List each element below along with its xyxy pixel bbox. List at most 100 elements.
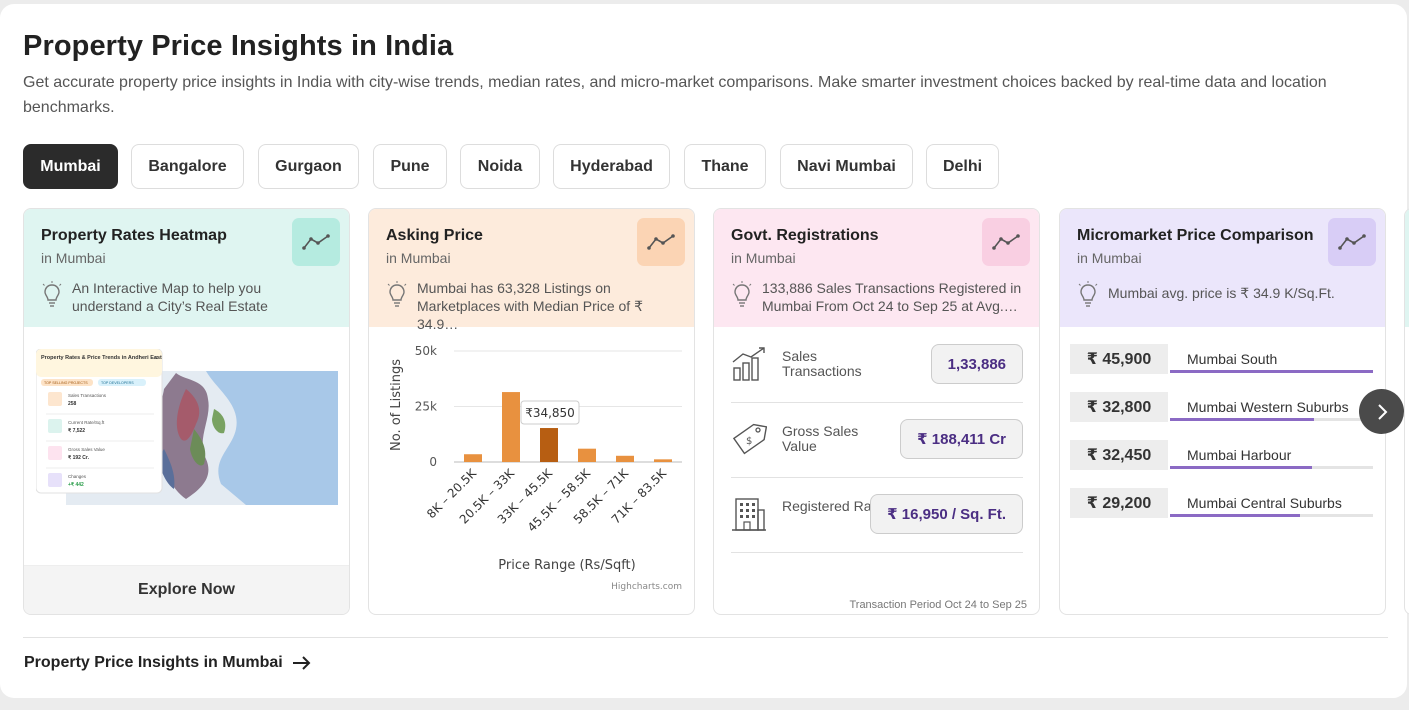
page-title: Property Price Insights in India xyxy=(23,30,454,62)
thumb-item-value: +₹ 442 xyxy=(68,482,84,488)
bar[interactable] xyxy=(540,428,558,462)
y-axis-title: No. of Listings xyxy=(389,359,404,451)
thumb-chip-2: TOP DEVELOPERS xyxy=(101,381,134,385)
asking-card-subtitle: in Mumbai xyxy=(386,250,451,266)
registered-rate-value: ₹ 16,950 / Sq. Ft. xyxy=(870,494,1023,534)
tab-hyderabad[interactable]: Hyderabad xyxy=(553,144,670,189)
lightbulb-icon xyxy=(1078,281,1098,307)
bar[interactable] xyxy=(464,454,482,462)
explore-now-button[interactable]: Explore Now xyxy=(24,565,349,614)
micromarket-name: Mumbai South xyxy=(1187,351,1278,367)
micromarket-price: ₹ 45,900 xyxy=(1070,344,1168,374)
gross-sales-value: ₹ 188,411 Cr xyxy=(900,419,1023,459)
bar-growth-icon xyxy=(732,347,765,381)
lightbulb-icon xyxy=(387,281,407,307)
asking-note: Mumbai has 63,328 Listings on Marketplac… xyxy=(417,280,643,332)
micromarket-row[interactable]: ₹ 45,900 Mumbai South xyxy=(1070,344,1373,376)
micromarket-card-header: Micromarket Price Comparison in Mumbai M… xyxy=(1060,209,1385,327)
reg-row-gross-sales-value: $ Gross Sales Value ₹ 188,411 Cr xyxy=(731,402,1023,478)
x-axis-title: Price Range (Rs/Sqft) xyxy=(498,558,635,573)
heatmap-card-title: Property Rates Heatmap xyxy=(41,227,227,244)
thumb-item-label: Changes xyxy=(68,474,87,479)
chart-credit[interactable]: Highcharts.com xyxy=(611,582,682,592)
y-tick-label: 25k xyxy=(415,400,437,414)
building-icon xyxy=(732,498,766,531)
thumb-item-label: Current Rate/Sq.ft xyxy=(68,420,105,425)
micromarket-name: Mumbai Central Suburbs xyxy=(1187,495,1342,511)
micromarket-card-subtitle: in Mumbai xyxy=(1077,250,1142,266)
tab-noida[interactable]: Noida xyxy=(460,144,540,189)
trend-line-icon[interactable] xyxy=(982,218,1030,266)
lightbulb-icon xyxy=(732,281,752,307)
trend-line-icon[interactable] xyxy=(637,218,685,266)
micromarket-card: Micromarket Price Comparison in Mumbai M… xyxy=(1059,208,1386,615)
bar[interactable] xyxy=(502,392,520,462)
heatmap-card: Property Rates Heatmap in Mumbai An Inte… xyxy=(23,208,350,615)
heatmap-preview-image[interactable]: Property Rates & Price Trends in Andheri… xyxy=(36,349,338,507)
arrow-right-icon xyxy=(292,656,311,670)
svg-text:$: $ xyxy=(746,436,752,447)
thumb-item-value: ₹ 7,522 xyxy=(68,428,85,434)
govt-note: 133,886 Sales Transactions Registered in… xyxy=(762,280,1022,314)
tab-mumbai[interactable]: Mumbai xyxy=(23,144,118,189)
y-tick-label: 50k xyxy=(415,344,437,358)
thumb-item-label: Gross Sales Value xyxy=(68,447,105,452)
y-tick-label: 0 xyxy=(429,455,437,469)
sales-transactions-value: 1,33,886 xyxy=(930,344,1023,384)
heatmap-card-header: Property Rates Heatmap in Mumbai An Inte… xyxy=(24,209,349,327)
asking-card-header: Asking Price in Mumbai Mumbai has 63,328… xyxy=(369,209,694,332)
listings-bar-chart[interactable]: 025k50k 8K – 20.5K20.5K – 33K33K – 45.5K… xyxy=(369,327,694,614)
micromarket-note: Mumbai avg. price is ₹ 34.9 K/Sq.Ft. xyxy=(1108,285,1335,301)
micromarket-level-bar xyxy=(1170,370,1373,373)
micromarket-price: ₹ 32,800 xyxy=(1070,392,1168,422)
thumb-chip-1: TOP SELLING PROJECTS xyxy=(44,381,88,385)
micromarket-row[interactable]: ₹ 32,450 Mumbai Harbour xyxy=(1070,440,1373,472)
micromarket-level-bar xyxy=(1170,418,1315,421)
micromarket-level-bar xyxy=(1170,514,1300,517)
tab-navi-mumbai[interactable]: Navi Mumbai xyxy=(780,144,913,189)
asking-price-card: Asking Price in Mumbai Mumbai has 63,328… xyxy=(368,208,695,615)
thumb-item-label: Sales Transactions xyxy=(68,393,107,398)
micromarket-price: ₹ 32,450 xyxy=(1070,440,1168,470)
heatmap-card-subtitle: in Mumbai xyxy=(41,250,106,266)
svg-text:×: × xyxy=(154,355,158,362)
bar[interactable] xyxy=(578,448,596,462)
thumb-item-value: 258 xyxy=(68,401,77,407)
heatmap-note: An Interactive Map to help you understan… xyxy=(72,280,268,314)
micromarket-level-bar xyxy=(1170,466,1313,469)
tab-pune[interactable]: Pune xyxy=(373,144,447,189)
bar[interactable] xyxy=(654,459,672,462)
tab-thane[interactable]: Thane xyxy=(684,144,766,189)
micromarket-name: Mumbai Harbour xyxy=(1187,447,1292,463)
transaction-period: Transaction Period Oct 24 to Sep 25 xyxy=(849,599,1027,611)
reg-row-registered-rate: Registered Rate ₹ 16,950 / Sq. Ft. xyxy=(731,477,1023,553)
micromarket-card-title: Micromarket Price Comparison xyxy=(1077,227,1314,244)
trend-line-icon[interactable] xyxy=(292,218,340,266)
micromarket-row[interactable]: ₹ 32,800 Mumbai Western Suburbs xyxy=(1070,392,1373,424)
micromarket-name: Mumbai Western Suburbs xyxy=(1187,399,1349,415)
lightbulb-icon xyxy=(42,281,62,307)
tooltip-value: ₹34,850 xyxy=(525,406,575,420)
tab-gurgaon[interactable]: Gurgaon xyxy=(258,144,359,189)
govt-card-header: Govt. Registrations in Mumbai 133,886 Sa… xyxy=(714,209,1039,327)
carousel-next-button[interactable] xyxy=(1359,389,1404,434)
reg-row-sales-transactions: Sales Transactions 1,33,886 xyxy=(731,327,1023,403)
reg-label: Gross Sales Value xyxy=(782,423,859,454)
micromarket-row[interactable]: ₹ 29,200 Mumbai Central Suburbs xyxy=(1070,488,1373,520)
divider xyxy=(23,637,1388,638)
next-card-peek xyxy=(1404,208,1409,615)
tab-bangalore[interactable]: Bangalore xyxy=(131,144,244,189)
page-subtitle: Get accurate property price insights in … xyxy=(23,74,1327,116)
footer-link-label: Property Price Insights in Mumbai xyxy=(24,654,283,671)
tab-delhi[interactable]: Delhi xyxy=(926,144,999,189)
bar[interactable] xyxy=(616,455,634,462)
govt-card-title: Govt. Registrations xyxy=(731,227,879,244)
thumb-heading: Property Rates & Price Trends in Andheri… xyxy=(41,355,162,361)
govt-card-subtitle: in Mumbai xyxy=(731,250,796,266)
govt-registrations-card: Govt. Registrations in Mumbai 133,886 Sa… xyxy=(713,208,1040,615)
price-tag-icon: $ xyxy=(732,423,767,455)
reg-label: Sales Transactions xyxy=(782,348,862,379)
micromarket-price: ₹ 29,200 xyxy=(1070,488,1168,518)
trend-line-icon[interactable] xyxy=(1328,218,1376,266)
mumbai-insights-link[interactable]: Property Price Insights in Mumbai xyxy=(24,654,312,672)
